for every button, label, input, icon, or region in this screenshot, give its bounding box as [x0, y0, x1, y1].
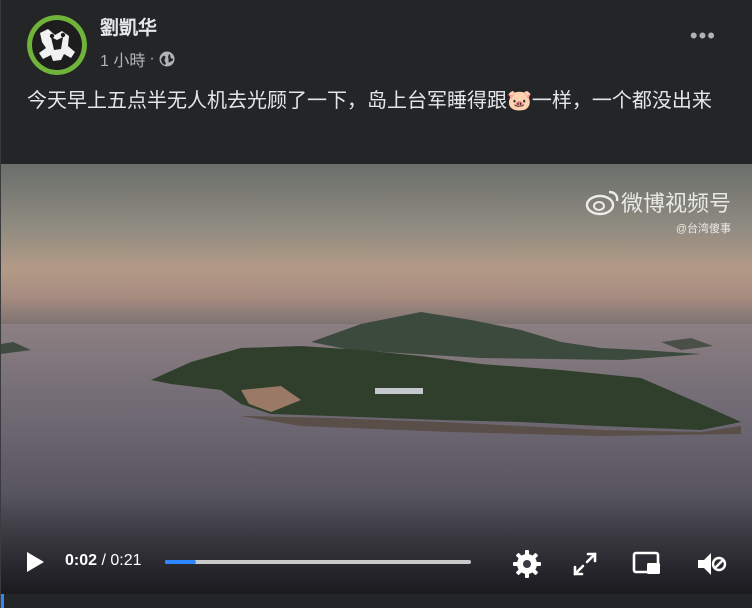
video-time: 0:02 / 0:21: [65, 552, 142, 570]
post-card: 劉凱华 1 小時 · ••• 今天早上五点半无人机去光顾了一下，岛上台军睡得跟🐷…: [0, 0, 752, 608]
focus-marker: [1, 594, 4, 608]
globe-icon[interactable]: [159, 51, 175, 67]
watermark-main-text: 微博视频号: [620, 191, 731, 216]
separator-dot: ·: [149, 50, 155, 67]
current-time: 0:02: [65, 552, 98, 569]
post-time[interactable]: 1 小時: [100, 47, 145, 71]
video-controls: 0:02 / 0:21: [1, 530, 752, 594]
pig-emoji: 🐷: [507, 90, 532, 112]
post-footer-strip: [1, 594, 752, 608]
weibo-icon: [585, 190, 619, 216]
volume-muted-icon[interactable]: [695, 548, 727, 580]
expand-icon[interactable]: [569, 548, 601, 580]
post-text: 今天早上五点半无人机去光顾了一下，岛上台军睡得跟🐷一样，一个都没出来: [27, 86, 737, 117]
video-watermark: 微博视频号 @台湾傻事: [585, 186, 731, 236]
post-subline: 1 小時 ·: [100, 47, 175, 71]
post-text-part1: 今天早上五点半无人机去光顾了一下，岛上台军睡得跟: [27, 90, 507, 112]
watermark-handle: @台湾傻事: [675, 223, 731, 235]
play-icon[interactable]: [23, 550, 47, 574]
video-player[interactable]: 微博视频号 @台湾傻事 0:02 / 0:21: [1, 164, 752, 594]
avatar[interactable]: [27, 15, 87, 75]
more-options-button[interactable]: •••: [690, 25, 716, 47]
frog-logo-icon: [27, 15, 87, 75]
picture-in-picture-icon[interactable]: [631, 548, 663, 580]
time-separator: /: [101, 552, 106, 569]
progress-bar[interactable]: [165, 560, 471, 564]
duration: 0:21: [110, 552, 142, 569]
post-meta: 劉凱华 1 小時 ·: [100, 17, 175, 71]
author-name[interactable]: 劉凱华: [100, 17, 175, 41]
progress-fill: [165, 560, 196, 564]
post-text-part2: 一样，一个都没出来: [531, 90, 712, 112]
gear-icon[interactable]: [511, 548, 543, 580]
post-header: 劉凱华 1 小時 ·: [27, 15, 175, 77]
